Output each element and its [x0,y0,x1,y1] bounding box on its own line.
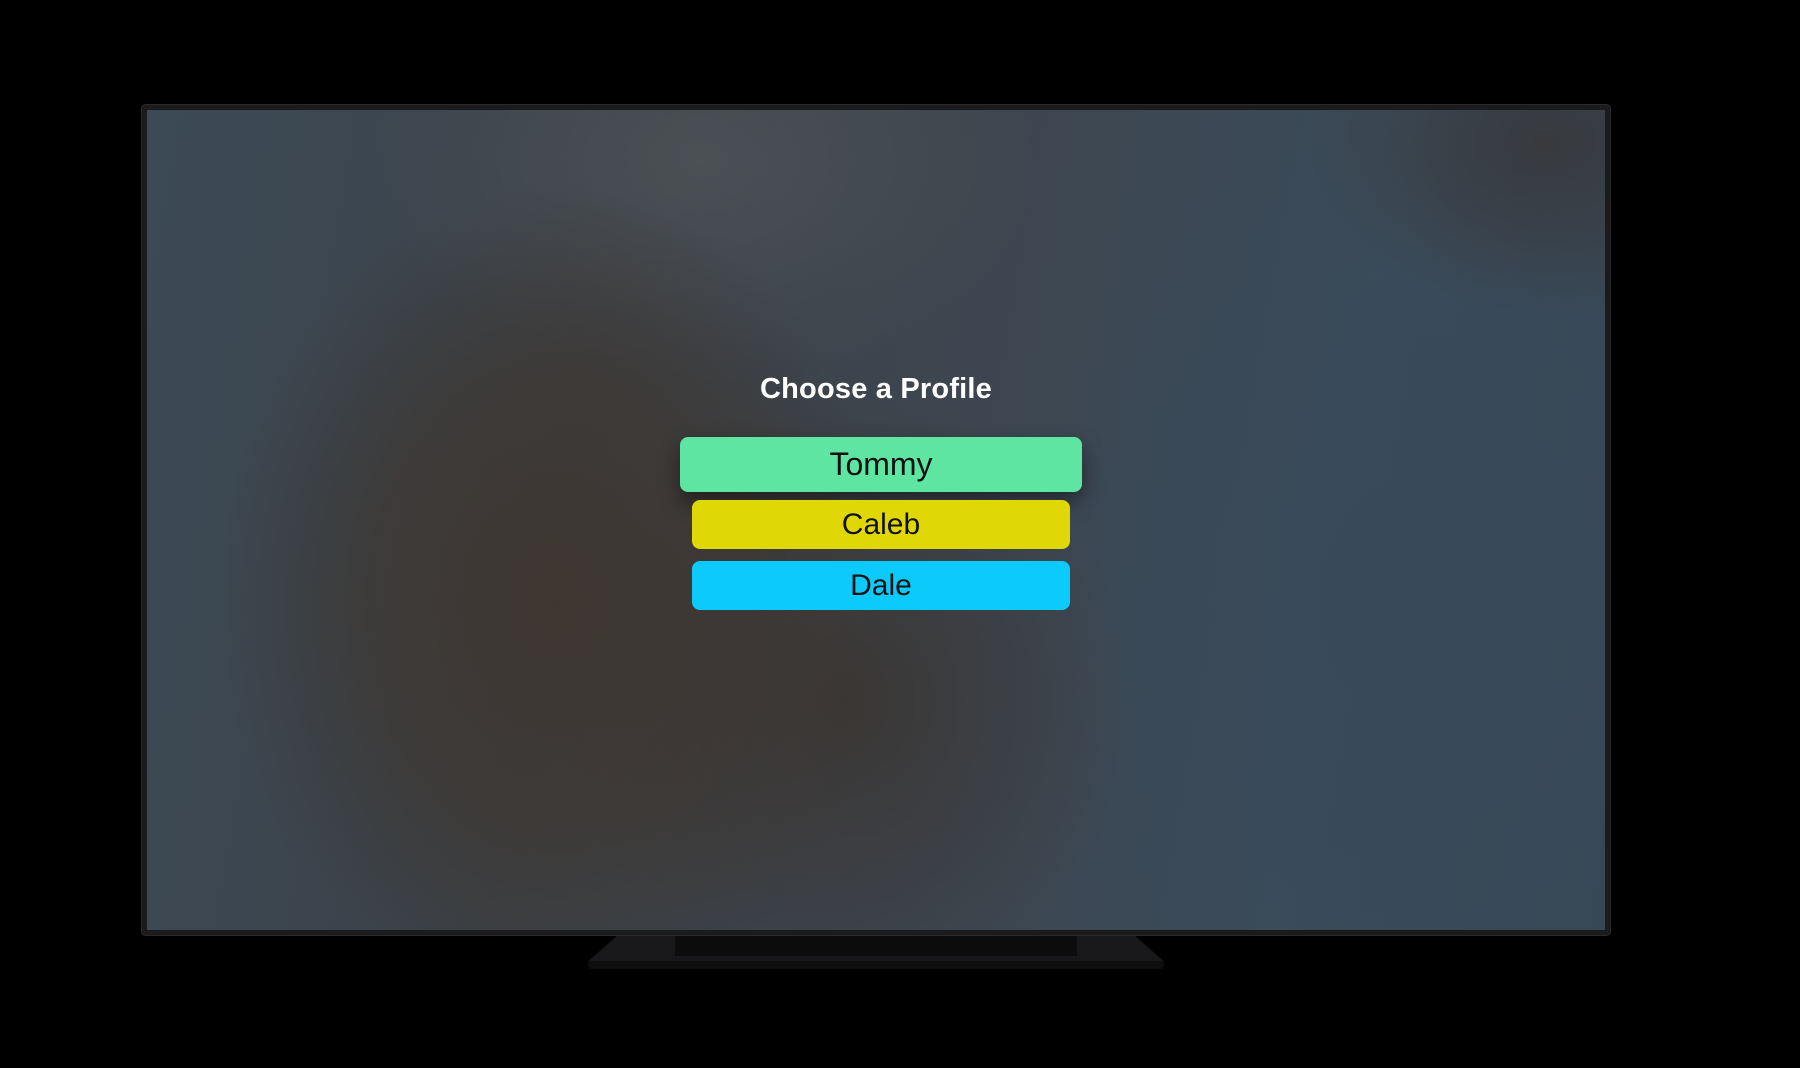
tv-stand [588,936,1164,970]
profile-button-caleb[interactable]: Caleb [692,500,1070,549]
tv-frame: Choose a Profile Tommy Caleb Dale [141,104,1611,936]
profile-chooser: Choose a Profile Tommy Caleb Dale [147,110,1605,930]
stand-base [588,962,1164,969]
profile-button-dale[interactable]: Dale [692,561,1070,610]
page-title: Choose a Profile [759,373,993,405]
tv-screen: Choose a Profile Tommy Caleb Dale [147,110,1605,930]
stand-neck [675,936,1077,956]
profile-button-tommy[interactable]: Tommy [680,437,1082,492]
